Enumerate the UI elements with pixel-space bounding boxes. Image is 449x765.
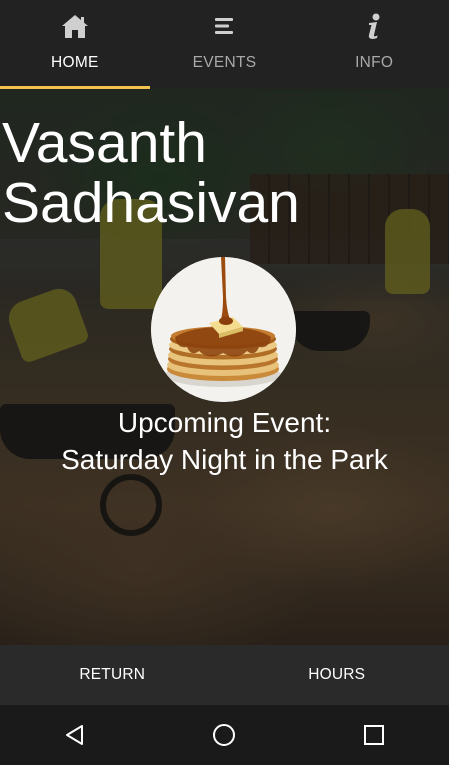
app-screen: HOME EVENTS INFO Vasanth Sadhasivan Upco… — [0, 0, 449, 765]
top-tab-bar: HOME EVENTS INFO — [0, 0, 449, 89]
hours-button[interactable]: HOURS — [225, 645, 449, 705]
upcoming-event-name: Saturday Night in the Park — [61, 444, 388, 475]
home-circle-icon[interactable] — [194, 705, 254, 765]
pancakes-syrup-image — [151, 257, 296, 402]
info-icon — [359, 11, 389, 41]
list-icon — [210, 11, 240, 41]
tab-events[interactable]: EVENTS — [150, 0, 300, 89]
return-button[interactable]: RETURN — [0, 645, 225, 705]
event-image[interactable] — [151, 257, 296, 402]
back-triangle-icon[interactable] — [45, 705, 105, 765]
page-title: Vasanth Sadhasivan — [2, 111, 300, 235]
tab-home[interactable]: HOME — [0, 0, 150, 89]
tab-home-label: HOME — [50, 54, 99, 71]
recents-square-icon[interactable] — [344, 705, 404, 765]
upcoming-event-caption[interactable]: Upcoming Event: Saturday Night in the Pa… — [0, 404, 449, 478]
system-navigation-bar — [0, 705, 449, 765]
hero-section: Vasanth Sadhasivan Upcoming Event: Satur… — [0, 89, 449, 645]
upcoming-event-label: Upcoming Event: — [117, 407, 332, 438]
home-icon — [60, 11, 90, 41]
tab-info-label: INFO — [355, 54, 394, 71]
tab-info[interactable]: INFO — [299, 0, 449, 89]
bottom-action-bar: RETURN HOURS — [0, 645, 449, 705]
tab-events-label: EVENTS — [192, 54, 257, 71]
